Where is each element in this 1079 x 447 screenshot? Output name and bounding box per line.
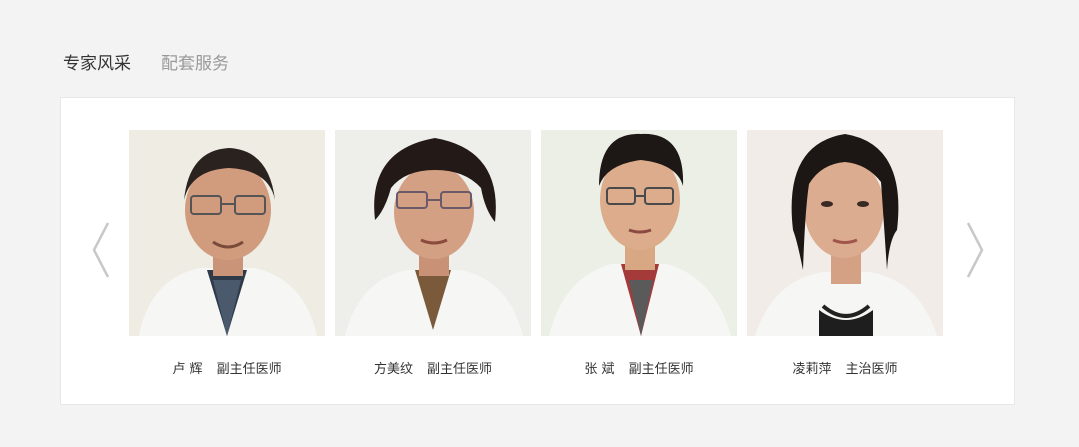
expert-caption: 张 斌副主任医师 [541,358,737,377]
expert-photo[interactable] [129,130,325,336]
expert-photo[interactable] [747,130,943,336]
expert-name: 凌莉萍 [792,362,832,377]
expert-card[interactable]: 张 斌副主任医师 [541,130,737,377]
expert-name: 卢 辉 [172,362,203,377]
tab-experts[interactable]: 专家风采 [63,49,131,74]
expert-caption: 卢 辉副主任医师 [129,358,325,377]
expert-card[interactable]: 凌莉萍 主治医师 [747,130,943,377]
carousel-prev-button[interactable] [90,221,112,279]
section-tabs: 专家风采 配套服务 [63,49,259,74]
expert-name: 方美纹 [373,362,413,377]
expert-photo[interactable] [335,130,531,336]
chevron-right-icon [966,222,984,278]
expert-card[interactable]: 方美纹 副主任医师 [335,130,531,377]
expert-name: 张 斌 [584,362,615,377]
expert-caption: 凌莉萍 主治医师 [747,358,943,377]
expert-caption: 方美纹 副主任医师 [335,358,531,377]
expert-photo[interactable] [541,130,737,336]
tab-services[interactable]: 配套服务 [161,49,229,74]
expert-title: 副主任医师 [628,362,694,377]
expert-carousel-panel: 卢 辉副主任医师 方美纹 副主任医师 张 斌 副主任医师 凌莉萍 主治医师 [60,97,1015,405]
carousel-next-button[interactable] [964,221,986,279]
expert-title: 副主任医师 [427,362,493,377]
chevron-left-icon [92,222,110,278]
expert-title: 副主任医师 [216,362,282,377]
expert-card[interactable]: 卢 辉副主任医师 [129,130,325,377]
expert-title: 主治医师 [845,362,898,377]
